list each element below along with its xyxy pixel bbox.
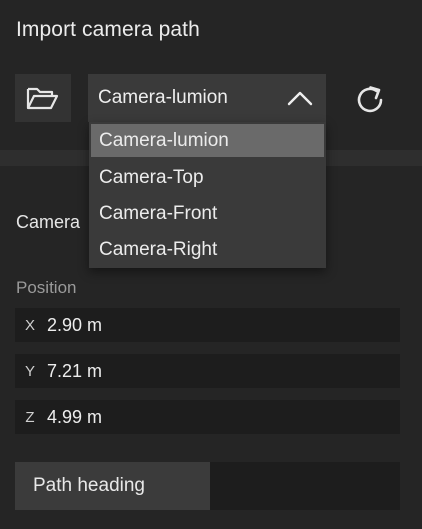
position-x-field[interactable]: X 2.90 m [15, 308, 400, 342]
folder-open-icon [26, 87, 59, 110]
position-label: Position [16, 278, 77, 297]
dropdown-option-camera-front[interactable]: Camera-Front [89, 196, 326, 232]
axis-z-label: Z [25, 408, 35, 426]
dropdown-option-camera-lumion[interactable]: Camera-lumion [91, 124, 324, 157]
position-y-field[interactable]: Y 7.21 m [15, 354, 400, 388]
panel-title: Import camera path [16, 18, 200, 41]
import-camera-path-panel: Import camera path Camera-lumion Camera … [0, 0, 422, 529]
axis-x-label: X [24, 316, 35, 334]
camera-select[interactable]: Camera-lumion [88, 74, 326, 122]
camera-select-value: Camera-lumion [98, 87, 228, 108]
dropdown-option-camera-right[interactable]: Camera-Right [89, 232, 326, 268]
position-z-value: 4.99 m [47, 406, 103, 427]
path-heading-label: Path heading [33, 475, 145, 496]
position-y-value: 7.21 m [47, 360, 103, 381]
camera-dropdown-menu: Camera-lumion Camera-Top Camera-Front Ca… [89, 122, 326, 268]
open-folder-button[interactable] [15, 74, 71, 122]
refresh-icon [357, 86, 383, 113]
refresh-button[interactable] [350, 80, 390, 120]
axis-y-label: Y [24, 362, 35, 380]
position-z-field[interactable]: Z 4.99 m [15, 400, 400, 434]
dropdown-option-camera-top[interactable]: Camera-Top [89, 160, 326, 196]
position-x-value: 2.90 m [47, 314, 103, 335]
path-heading-button[interactable]: Path heading [15, 462, 210, 510]
camera-section-label: Camera [16, 212, 81, 232]
chevron-up-icon [286, 84, 314, 112]
